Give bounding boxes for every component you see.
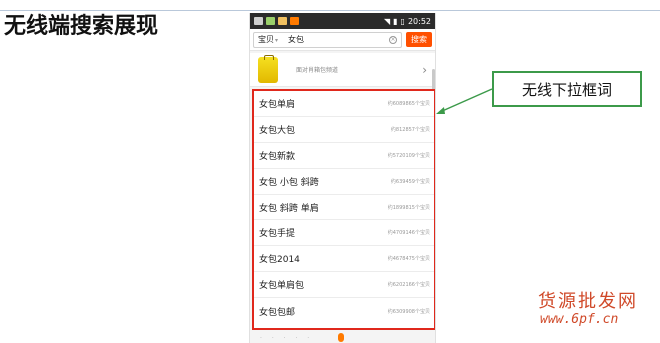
watermark-url: www.6pf.cn <box>540 312 619 327</box>
callout-box: 无线下拉框词 <box>492 71 642 107</box>
watermark-logo-text: 货源批发网 <box>538 291 638 312</box>
